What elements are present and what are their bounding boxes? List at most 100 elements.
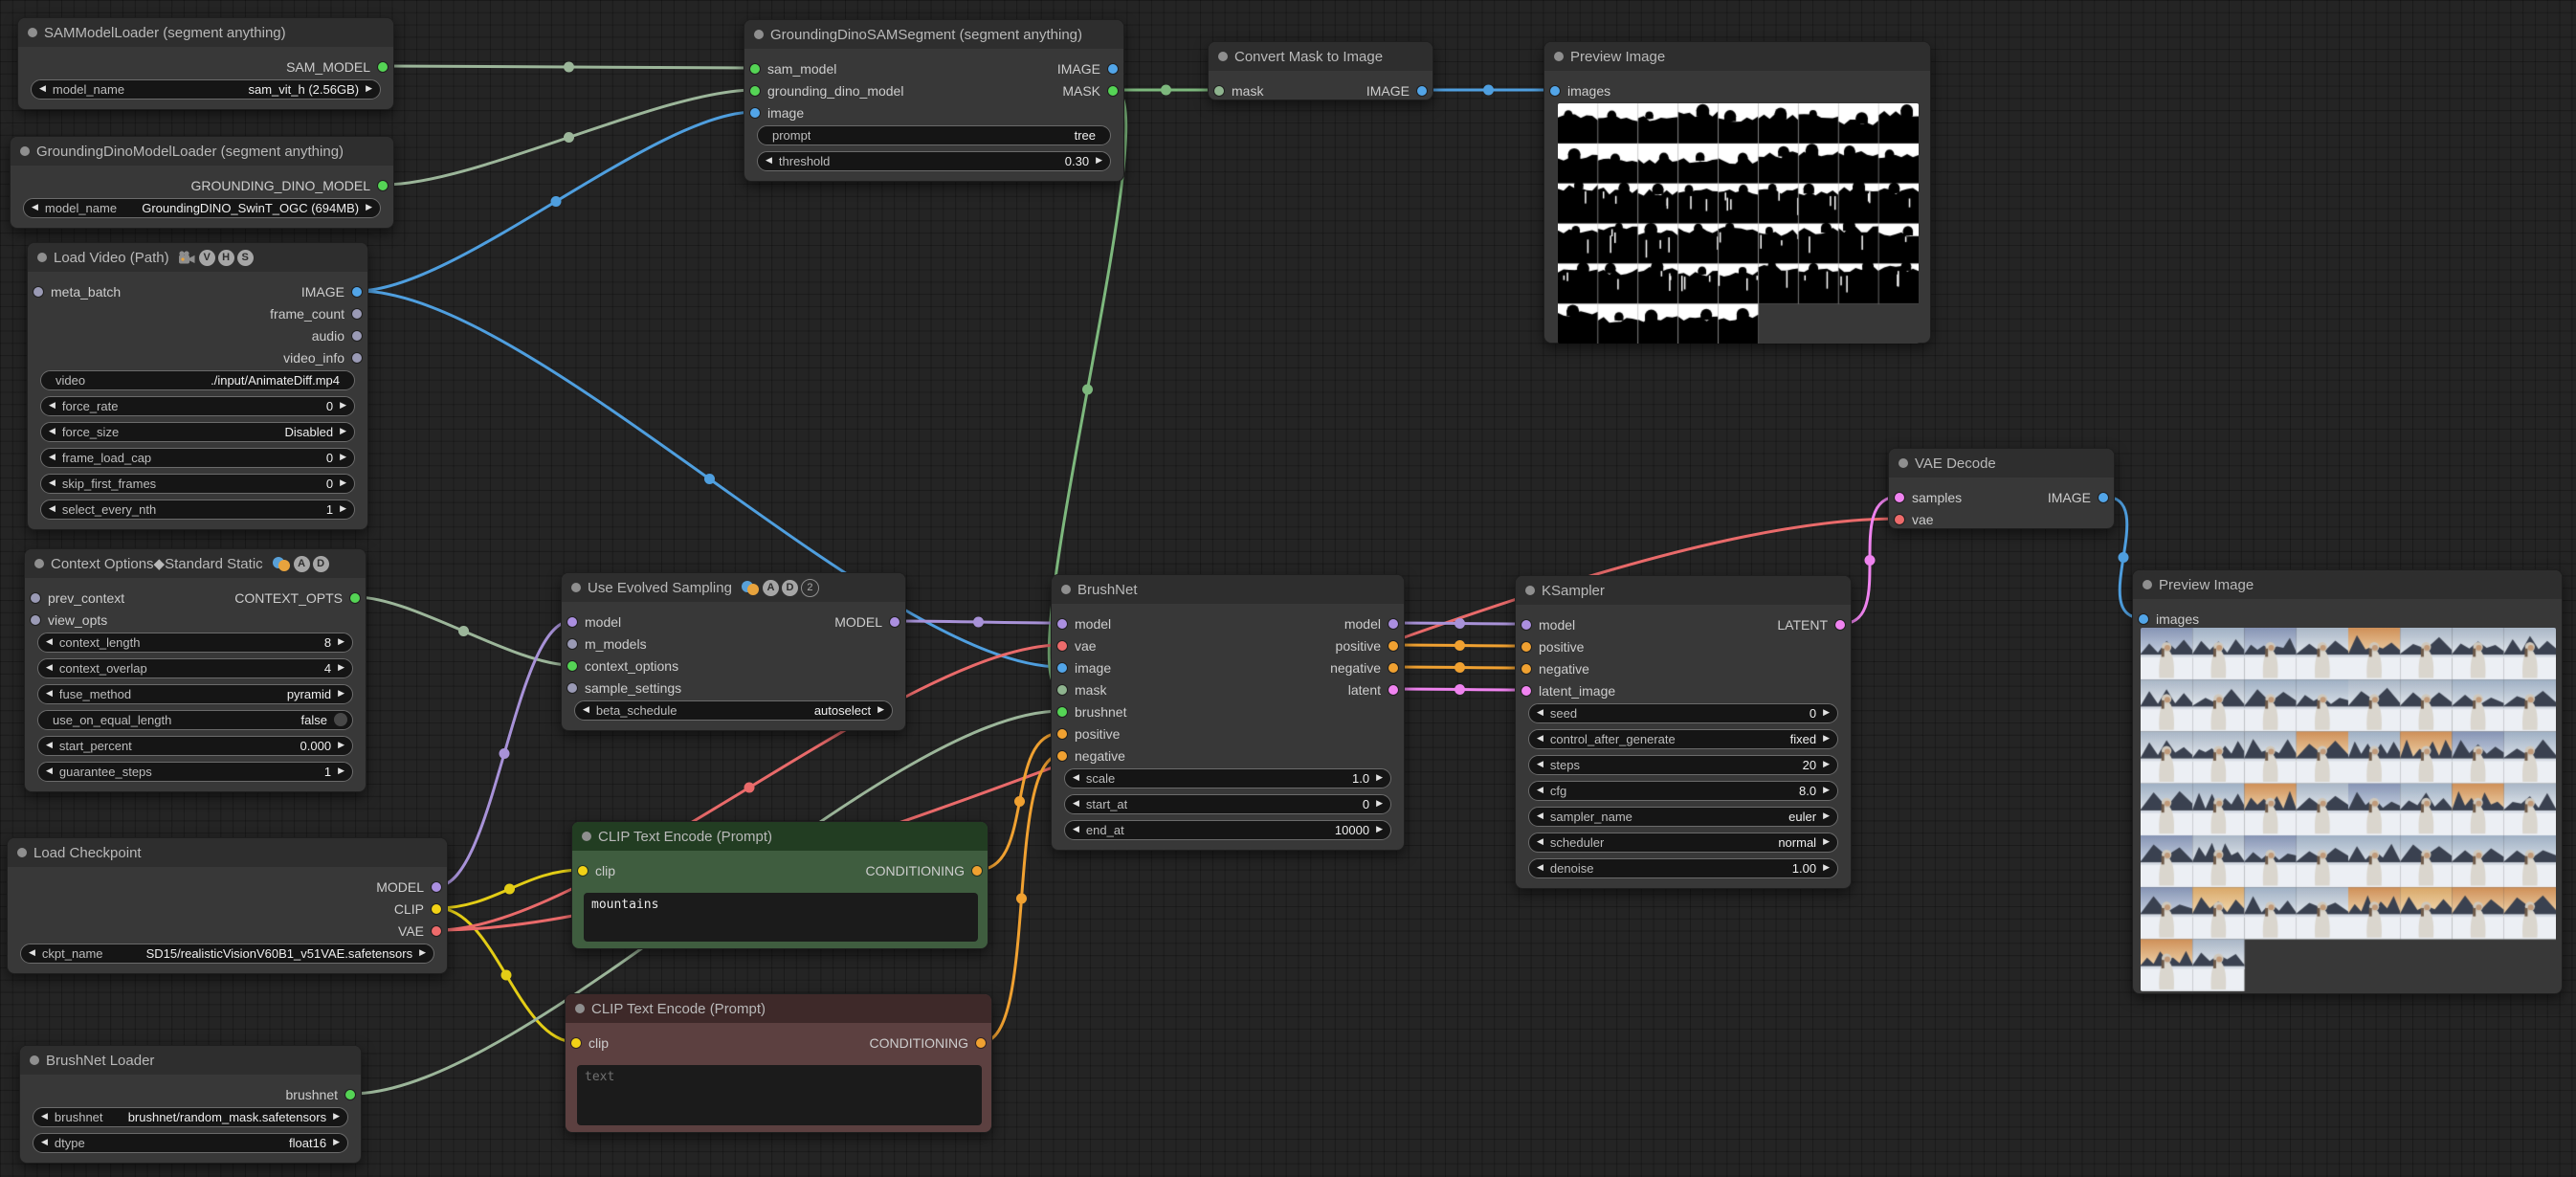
output-port-IMAGE[interactable]: IMAGE bbox=[301, 282, 362, 301]
node-load_video[interactable]: Load Video (Path)VHS meta_batch IMAGE frame… bbox=[27, 242, 368, 530]
collapse-dot-icon[interactable] bbox=[30, 1055, 39, 1065]
node-titlebar[interactable]: SAMModelLoader (segment anything) bbox=[18, 18, 393, 47]
increment-arrow-icon[interactable] bbox=[1823, 708, 1830, 718]
collapse-dot-icon[interactable] bbox=[20, 146, 30, 156]
decrement-arrow-icon[interactable] bbox=[49, 453, 56, 462]
input-port-model[interactable]: model bbox=[567, 612, 621, 632]
input-port-samples[interactable]: samples bbox=[1895, 488, 1962, 507]
node-titlebar[interactable]: KSampler bbox=[1516, 576, 1851, 605]
input-port-negative[interactable]: negative bbox=[1521, 659, 1589, 678]
input-port-clip[interactable]: clip bbox=[578, 861, 615, 880]
input-port-images[interactable]: images bbox=[2139, 610, 2199, 629]
decrement-arrow-icon[interactable] bbox=[1537, 863, 1543, 873]
decrement-arrow-icon[interactable] bbox=[1537, 786, 1543, 795]
node-titlebar[interactable]: VAE Decode bbox=[1889, 449, 2114, 477]
widget-brushnet[interactable]: brushnetbrushnet/random_mask.safetensors bbox=[33, 1107, 348, 1127]
widget-start_at[interactable]: start_at0 bbox=[1064, 794, 1391, 814]
increment-arrow-icon[interactable] bbox=[366, 84, 372, 94]
increment-arrow-icon[interactable] bbox=[1376, 773, 1383, 783]
widget-skip_first_frames[interactable]: skip_first_frames0 bbox=[40, 474, 355, 494]
increment-arrow-icon[interactable] bbox=[333, 1138, 340, 1147]
increment-arrow-icon[interactable] bbox=[338, 689, 344, 699]
input-port-positive[interactable]: positive bbox=[1521, 637, 1584, 656]
node-titlebar[interactable]: Load Checkpoint bbox=[8, 838, 447, 867]
prompt-textarea[interactable] bbox=[577, 1065, 982, 1125]
widget-cfg[interactable]: cfg8.0 bbox=[1528, 781, 1838, 801]
collapse-dot-icon[interactable] bbox=[28, 28, 37, 37]
widget-scheduler[interactable]: schedulernormal bbox=[1528, 833, 1838, 853]
decrement-arrow-icon[interactable] bbox=[49, 504, 56, 514]
decrement-arrow-icon[interactable] bbox=[1073, 825, 1079, 834]
output-port-frame_count[interactable]: frame_count bbox=[270, 304, 362, 323]
output-port-MODEL[interactable]: MODEL bbox=[376, 877, 441, 897]
node-brushnet[interactable]: BrushNetmodelvaeimagemaskbrushnetpositiv… bbox=[1051, 574, 1405, 851]
output-port-IMAGE[interactable]: IMAGE bbox=[2048, 488, 2108, 507]
widget-use_on_equal_length[interactable]: use_on_equal_lengthfalse bbox=[37, 710, 353, 730]
input-port-images[interactable]: images bbox=[1550, 81, 1610, 100]
increment-arrow-icon[interactable] bbox=[877, 705, 884, 715]
widget-context_length[interactable]: context_length8 bbox=[37, 633, 353, 653]
collapse-dot-icon[interactable] bbox=[37, 253, 47, 262]
input-port-prev_context[interactable]: prev_context bbox=[31, 588, 124, 608]
input-port-latent_image[interactable]: latent_image bbox=[1521, 681, 1615, 700]
input-port-grounding_dino_model[interactable]: grounding_dino_model bbox=[750, 81, 903, 100]
widget-control_after_generate[interactable]: control_after_generatefixed bbox=[1528, 729, 1838, 749]
node-clip_neg[interactable]: CLIP Text Encode (Prompt)clipCONDITIONIN… bbox=[565, 993, 992, 1133]
increment-arrow-icon[interactable] bbox=[340, 478, 346, 488]
widget-force_size[interactable]: force_sizeDisabled bbox=[40, 422, 355, 442]
input-port-view_opts[interactable]: view_opts bbox=[31, 611, 107, 630]
increment-arrow-icon[interactable] bbox=[338, 663, 344, 673]
decrement-arrow-icon[interactable] bbox=[1537, 760, 1543, 769]
output-port-CLIP[interactable]: CLIP bbox=[394, 899, 441, 919]
widget-video[interactable]: video./input/AnimateDiff.mp4 bbox=[40, 370, 355, 390]
input-port-sam_model[interactable]: sam_model bbox=[750, 59, 836, 78]
increment-arrow-icon[interactable] bbox=[1823, 734, 1830, 744]
output-port-SAM_MODEL[interactable]: SAM_MODEL bbox=[286, 57, 388, 77]
widget-start_percent[interactable]: start_percent0.000 bbox=[37, 736, 353, 756]
increment-arrow-icon[interactable] bbox=[366, 203, 372, 212]
input-port-meta_batch[interactable]: meta_batch bbox=[33, 282, 121, 301]
collapse-dot-icon[interactable] bbox=[1554, 52, 1564, 61]
node-gdsam[interactable]: GroundingDinoSAMSegment (segment anythin… bbox=[744, 19, 1124, 182]
decrement-arrow-icon[interactable] bbox=[39, 84, 46, 94]
widget-model_name[interactable]: model_nameGroundingDINO_SwinT_OGC (694MB… bbox=[23, 198, 381, 218]
node-titlebar[interactable]: Convert Mask to Image bbox=[1209, 42, 1432, 71]
collapse-dot-icon[interactable] bbox=[1525, 586, 1535, 595]
node-brushnet_loader[interactable]: BrushNet Loaderbrushnetbrushnetbrushnet/… bbox=[19, 1045, 362, 1164]
decrement-arrow-icon[interactable] bbox=[1537, 708, 1543, 718]
input-port-positive[interactable]: positive bbox=[1057, 724, 1120, 744]
node-checkpoint[interactable]: Load CheckpointMODELCLIPVAEckpt_nameSD15… bbox=[7, 837, 448, 974]
collapse-dot-icon[interactable] bbox=[17, 848, 27, 857]
widget-scale[interactable]: scale1.0 bbox=[1064, 768, 1391, 788]
output-port-VAE[interactable]: VAE bbox=[398, 922, 441, 941]
output-port-MODEL[interactable]: MODEL bbox=[834, 612, 899, 632]
decrement-arrow-icon[interactable] bbox=[1537, 837, 1543, 847]
output-port-brushnet[interactable]: brushnet bbox=[286, 1085, 355, 1104]
decrement-arrow-icon[interactable] bbox=[766, 156, 772, 166]
input-port-vae[interactable]: vae bbox=[1057, 636, 1097, 655]
widget-select_every_nth[interactable]: select_every_nth1 bbox=[40, 500, 355, 520]
widget-fuse_method[interactable]: fuse_methodpyramid bbox=[37, 684, 353, 704]
node-clip_pos[interactable]: CLIP Text Encode (Prompt)clipCONDITIONIN… bbox=[571, 821, 988, 949]
collapse-dot-icon[interactable] bbox=[571, 583, 581, 592]
decrement-arrow-icon[interactable] bbox=[41, 1112, 48, 1121]
input-port-clip[interactable]: clip bbox=[571, 1033, 609, 1053]
node-context_opts[interactable]: Context Options◆Standard StaticADprev_co… bbox=[24, 548, 366, 792]
node-titlebar[interactable]: GroundingDinoSAMSegment (segment anythin… bbox=[744, 20, 1123, 49]
output-port-IMAGE[interactable]: IMAGE bbox=[1057, 59, 1118, 78]
node-titlebar[interactable]: CLIP Text Encode (Prompt) bbox=[572, 822, 988, 851]
widget-model_name[interactable]: model_namesam_vit_h (2.56GB) bbox=[31, 79, 381, 100]
frames-preview-grid[interactable] bbox=[2141, 628, 2556, 991]
increment-arrow-icon[interactable] bbox=[1096, 156, 1102, 166]
node-vae_decode[interactable]: VAE DecodesamplesvaeIMAGE bbox=[1888, 448, 2115, 529]
input-port-image[interactable]: image bbox=[1057, 658, 1111, 677]
output-port-IMAGE[interactable]: IMAGE bbox=[1366, 81, 1427, 100]
node-titlebar[interactable]: Load Video (Path)VHS bbox=[28, 243, 367, 272]
widget-frame_load_cap[interactable]: frame_load_cap0 bbox=[40, 448, 355, 468]
decrement-arrow-icon[interactable] bbox=[1073, 799, 1079, 809]
increment-arrow-icon[interactable] bbox=[1823, 837, 1830, 847]
output-port-LATENT[interactable]: LATENT bbox=[1777, 615, 1845, 634]
increment-arrow-icon[interactable] bbox=[419, 948, 426, 958]
node-titlebar[interactable]: CLIP Text Encode (Prompt) bbox=[566, 994, 991, 1023]
input-port-image[interactable]: image bbox=[750, 103, 804, 122]
